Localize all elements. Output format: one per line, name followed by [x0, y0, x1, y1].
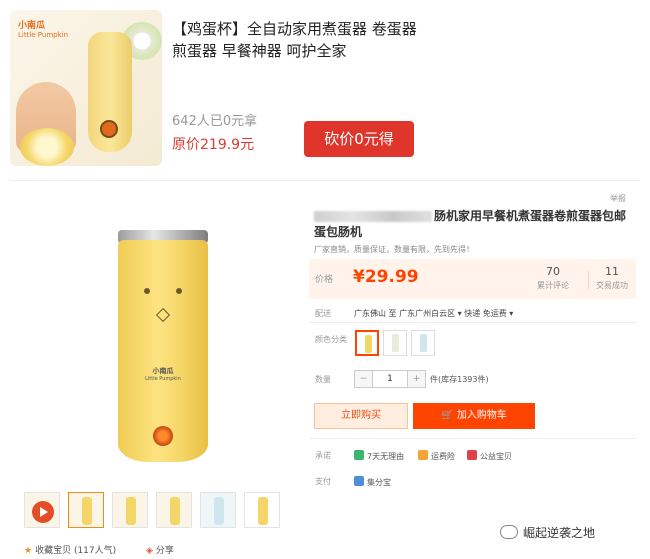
share-icon: ◈: [146, 546, 153, 556]
share-button[interactable]: ◈ 分享: [146, 543, 174, 556]
egg-roll-machine: 小南瓜 Little Pumpkin: [118, 230, 208, 464]
wechat-icon: [500, 525, 518, 539]
promo-image[interactable]: 小南瓜 Little Pumpkin: [10, 10, 162, 166]
jifenbao-icon: [354, 476, 364, 486]
insurance-icon: [418, 450, 428, 460]
color-option-yellow[interactable]: [355, 330, 379, 356]
sales-count[interactable]: 11 交易成功: [591, 265, 633, 291]
quantity-input[interactable]: 1: [373, 371, 407, 387]
buy-now-button[interactable]: 立即购买: [314, 403, 408, 429]
plate-image: [20, 128, 74, 166]
brand-label: 小南瓜 Little Pumpkin: [145, 367, 181, 382]
promo-participant-count: 642人已0元拿: [172, 114, 258, 129]
quantity-plus-button[interactable]: +: [407, 371, 425, 387]
stat-separator: [588, 271, 589, 289]
pay-label: 支付: [315, 477, 331, 486]
star-icon: ★: [24, 546, 33, 556]
thumbnail[interactable]: [156, 492, 192, 528]
chevron-down-icon: ▾: [455, 309, 465, 318]
quantity-label: 数量: [315, 375, 331, 384]
watermark: 崛起逆袭之地: [500, 524, 595, 541]
pay-jifenbao[interactable]: 集分宝: [354, 476, 391, 488]
color-label: 颜色分类: [315, 335, 347, 344]
shipping-label: 配送: [315, 309, 331, 318]
color-option-white[interactable]: [383, 330, 407, 356]
brand-logo: 小南瓜 Little Pumpkin: [18, 21, 69, 39]
promise-label: 承诺: [315, 451, 331, 460]
charity-icon: [467, 450, 477, 460]
video-thumbnail[interactable]: [24, 492, 60, 528]
egg-cup-image: [88, 32, 132, 152]
divider: [10, 180, 640, 181]
chick-eye: [144, 288, 150, 294]
product-subtitle: 厂家直销，质量保证，数量有限，先到先得！: [314, 245, 474, 254]
seven-day-icon: [354, 450, 364, 460]
price-value: ¥29.99: [353, 267, 419, 287]
collect-button[interactable]: ★ 收藏宝贝 (117人气): [24, 543, 116, 556]
thumbnail[interactable]: [244, 492, 280, 528]
promise-shipping-insurance[interactable]: 运费险: [418, 450, 455, 462]
quantity-minus-button[interactable]: −: [355, 371, 373, 387]
report-link[interactable]: 举报: [610, 193, 626, 204]
quantity-stepper: − 1 +: [354, 370, 426, 388]
thumbnail[interactable]: [68, 492, 104, 528]
product-main-image[interactable]: 小南瓜 Little Pumpkin: [14, 200, 280, 476]
stock-info: 件(库存1393件): [430, 375, 489, 384]
play-icon: [32, 501, 54, 523]
price-box: 价格 ¥29.99 70 累计评论 11 交易成功: [309, 259, 636, 299]
blurred-text: [314, 211, 432, 222]
product-title: 肠机家用早餐机煮蛋器卷煎蛋器包邮蛋包肠机: [314, 209, 627, 239]
thumbnail[interactable]: [200, 492, 236, 528]
chevron-down-icon: ▾: [506, 309, 514, 318]
chick-eye: [176, 288, 182, 294]
divider: [309, 438, 636, 439]
divider: [309, 322, 636, 323]
price-label: 价格: [315, 275, 334, 285]
shipping-info[interactable]: 广东佛山 至 广东广州白云区 ▾ 快递 免运费 ▾: [354, 308, 513, 319]
bargain-button[interactable]: 砍价0元得: [304, 121, 414, 157]
cart-icon: 🛒: [441, 410, 457, 421]
promise-7day[interactable]: 7天无理由: [354, 450, 404, 462]
thumbnail[interactable]: [112, 492, 148, 528]
color-option-blue[interactable]: [411, 330, 435, 356]
promo-original-price: 原价219.9元: [172, 137, 255, 153]
add-to-cart-button[interactable]: 🛒 加入购物车: [413, 403, 535, 429]
promo-title[interactable]: 【鸡蛋杯】全自动家用煮蛋器 卷蛋器 煎蛋器 早餐神器 呵护全家: [172, 18, 422, 62]
promise-charity[interactable]: 公益宝贝: [467, 450, 512, 462]
review-count[interactable]: 70 累计评论: [527, 265, 579, 291]
power-knob: [153, 426, 173, 446]
promo-card[interactable]: 小南瓜 Little Pumpkin 【鸡蛋杯】全自动家用煮蛋器 卷蛋器 煎蛋器 …: [0, 0, 650, 178]
